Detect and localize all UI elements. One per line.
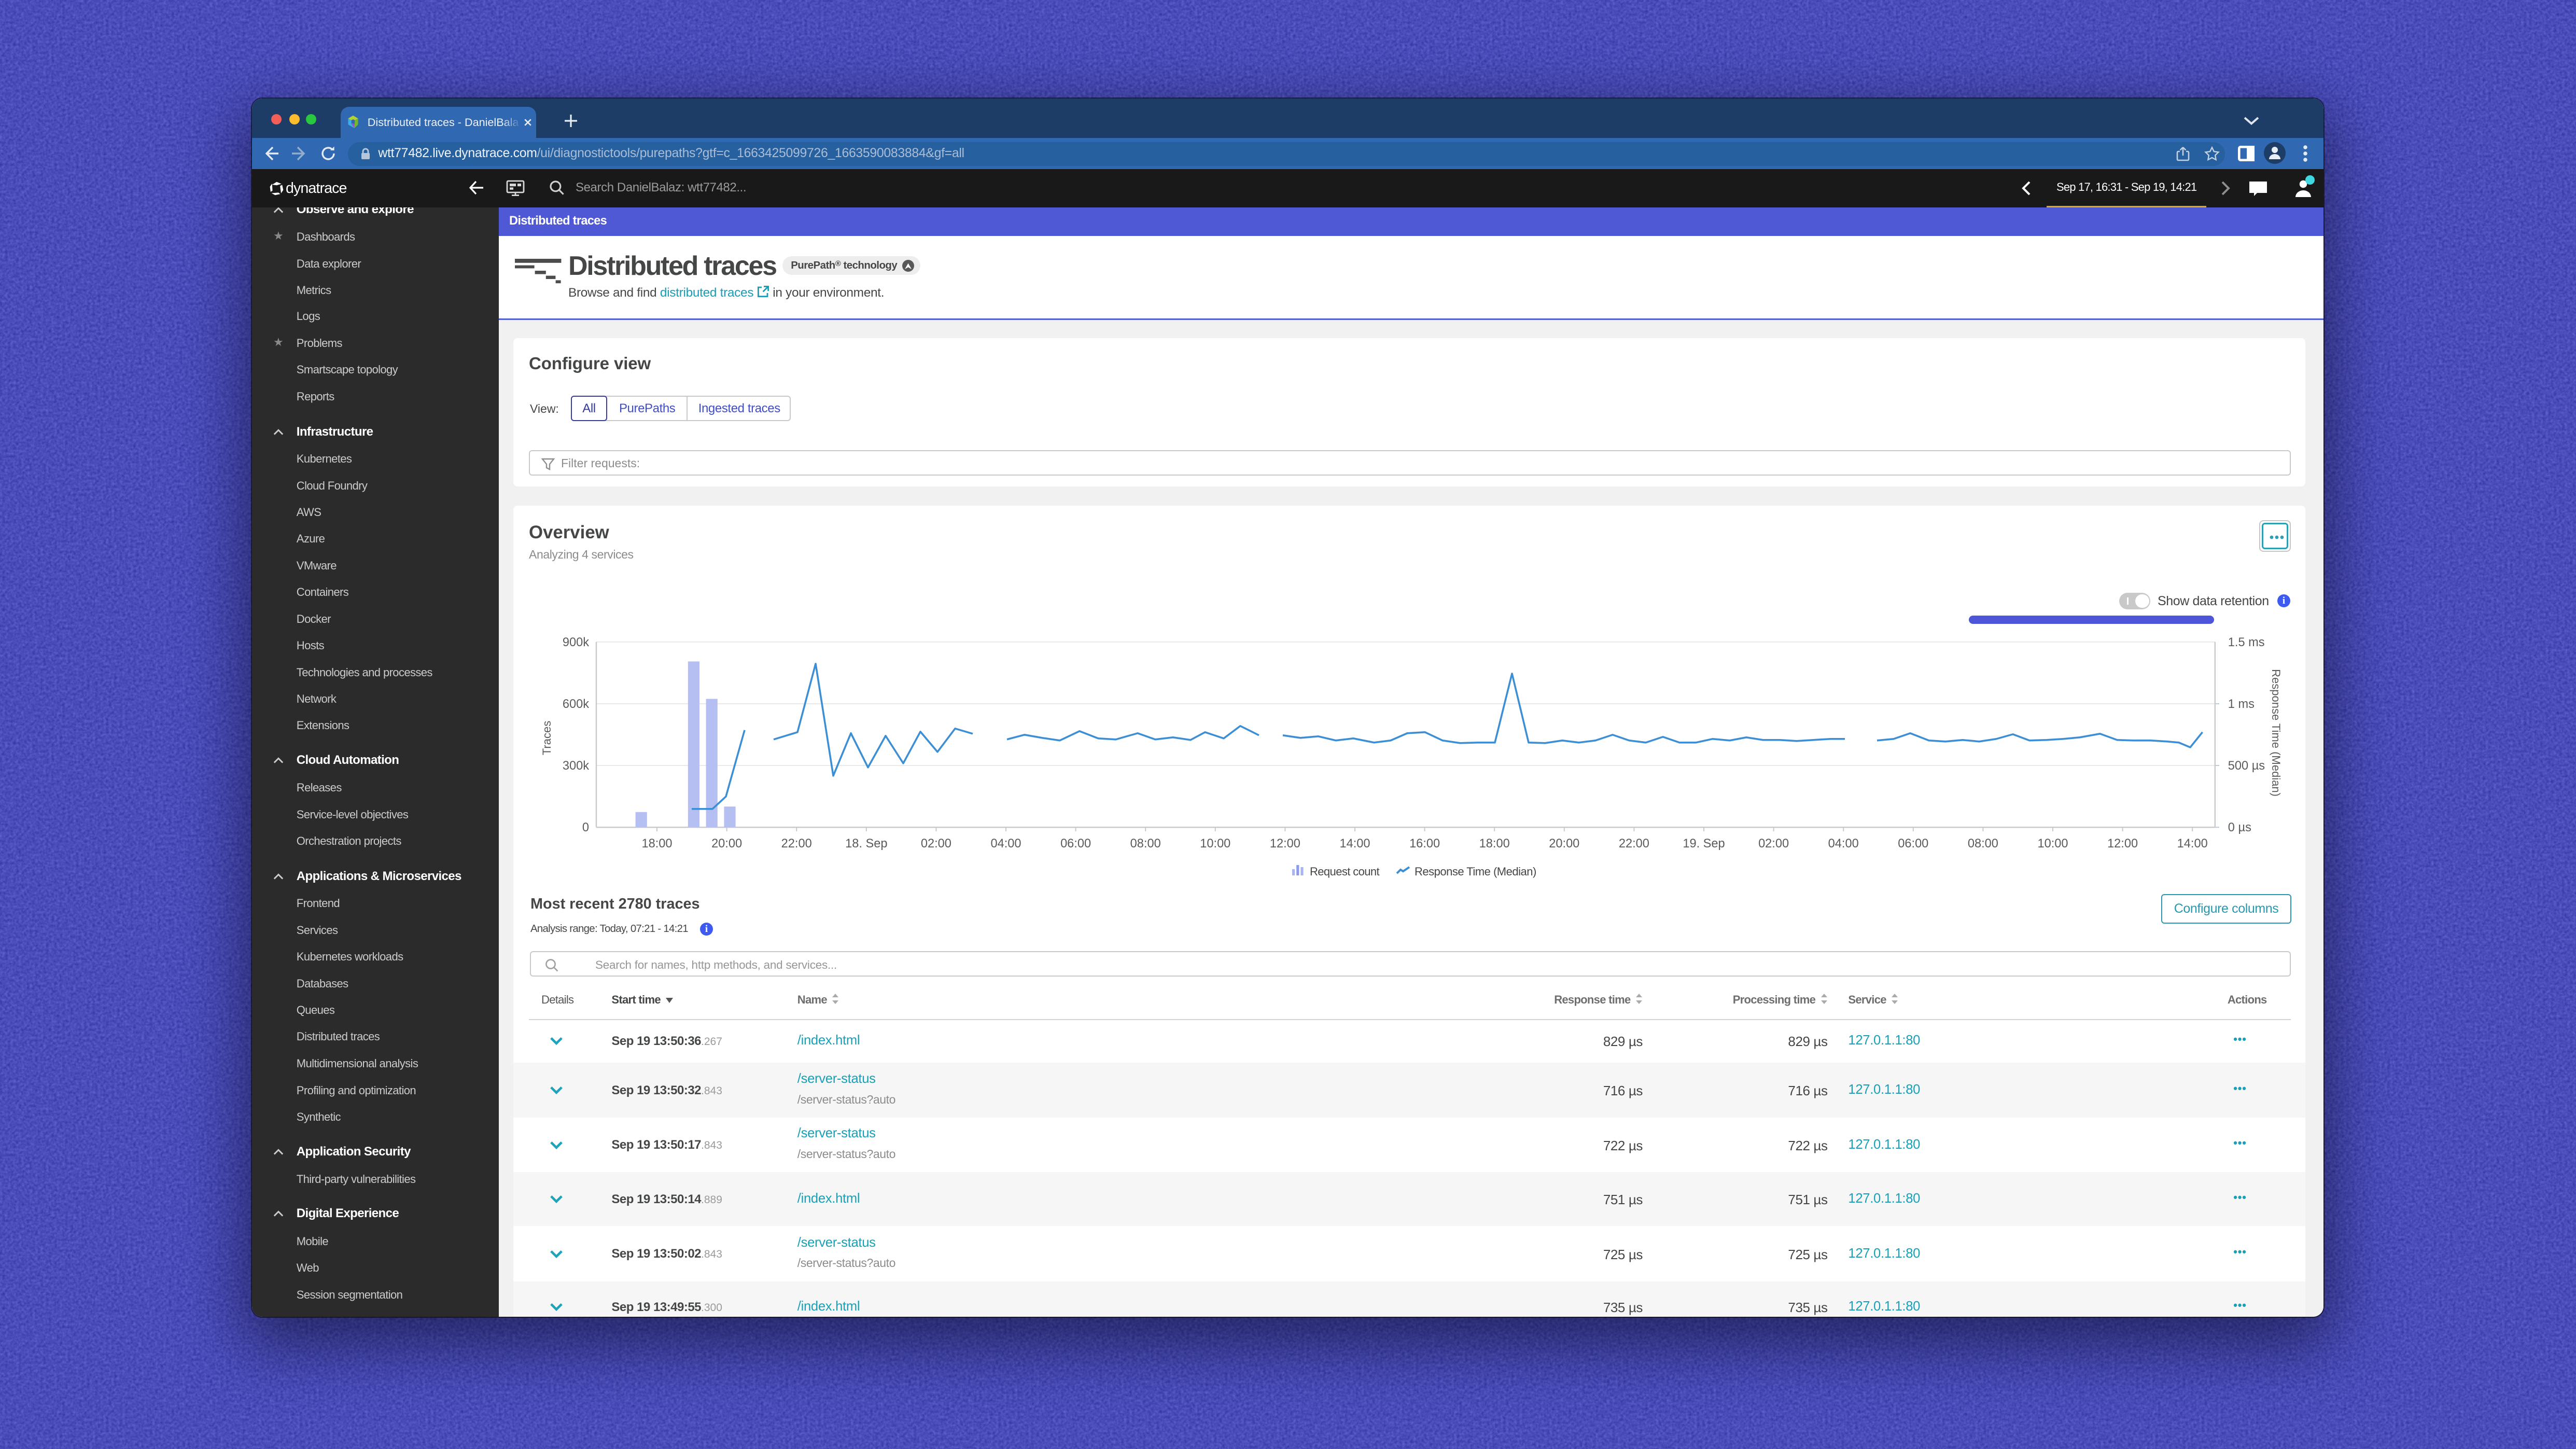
svg-text:600k: 600k: [563, 698, 589, 711]
svg-text:1 ms: 1 ms: [2228, 698, 2255, 711]
svg-text:19. Sep: 19. Sep: [1683, 837, 1725, 851]
svg-text:500 µs: 500 µs: [2228, 759, 2265, 773]
svg-text:22:00: 22:00: [1619, 837, 1649, 851]
svg-text:Traces: Traces: [540, 721, 553, 755]
svg-text:02:00: 02:00: [1758, 837, 1789, 851]
svg-text:900k: 900k: [563, 636, 589, 649]
svg-text:18:00: 18:00: [1479, 837, 1510, 851]
svg-text:14:00: 14:00: [1339, 837, 1370, 851]
svg-text:22:00: 22:00: [781, 837, 812, 851]
svg-text:02:00: 02:00: [921, 837, 951, 851]
svg-text:16:00: 16:00: [1409, 837, 1440, 851]
svg-text:0: 0: [582, 821, 589, 834]
svg-text:12:00: 12:00: [1270, 837, 1300, 851]
svg-text:12:00: 12:00: [2107, 837, 2138, 851]
svg-text:1.5 ms: 1.5 ms: [2228, 636, 2265, 649]
svg-text:18. Sep: 18. Sep: [845, 837, 887, 851]
svg-text:20:00: 20:00: [1549, 837, 1579, 851]
svg-text:08:00: 08:00: [1130, 837, 1161, 851]
svg-text:18:00: 18:00: [641, 837, 672, 851]
svg-text:300k: 300k: [563, 759, 589, 773]
svg-text:06:00: 06:00: [1898, 837, 1928, 851]
svg-text:0 µs: 0 µs: [2228, 821, 2251, 834]
svg-text:04:00: 04:00: [1828, 837, 1859, 851]
svg-text:04:00: 04:00: [990, 837, 1021, 851]
svg-text:06:00: 06:00: [1060, 837, 1091, 851]
svg-text:10:00: 10:00: [1200, 837, 1230, 851]
svg-text:14:00: 14:00: [2177, 837, 2208, 851]
svg-text:10:00: 10:00: [2037, 837, 2068, 851]
svg-text:20:00: 20:00: [711, 837, 742, 851]
svg-text:Response Time (Median): Response Time (Median): [2270, 669, 2283, 797]
svg-text:08:00: 08:00: [1968, 837, 1998, 851]
